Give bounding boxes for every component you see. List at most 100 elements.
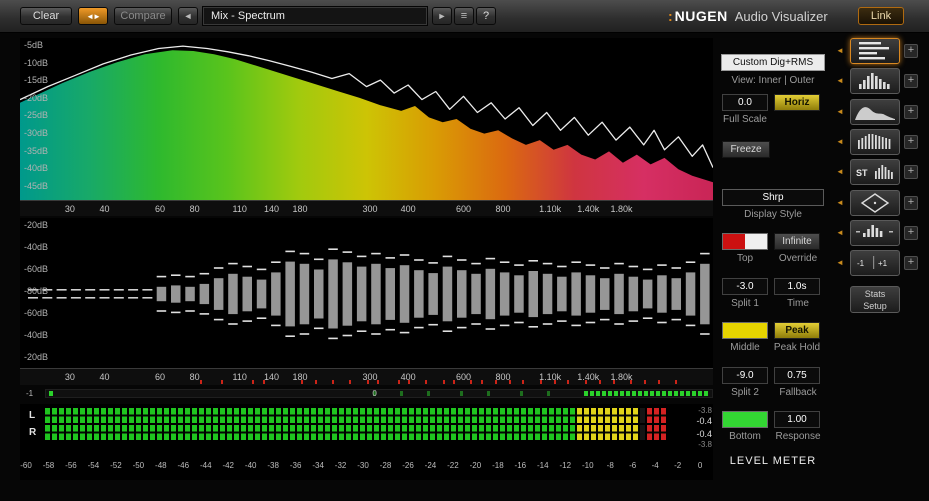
meter-scale-label: -52: [110, 461, 122, 470]
meter-segment: [171, 408, 176, 423]
meter-segment: [213, 425, 218, 440]
meter-segment: [136, 425, 141, 440]
peak-hold-button[interactable]: Peak: [774, 322, 820, 339]
compare-button[interactable]: Compare: [114, 7, 172, 25]
corr-meter-track: [45, 389, 713, 398]
display-style-select[interactable]: Shrp: [722, 189, 824, 206]
collapse-left-icon[interactable]: ◄: [836, 228, 844, 237]
meter-segment: [584, 425, 589, 440]
horiz-button[interactable]: Horiz: [774, 94, 820, 111]
meter-segment: [332, 408, 337, 423]
time-value[interactable]: 1.0s: [774, 278, 820, 295]
clip-tick: [453, 380, 456, 384]
add-view-icon[interactable]: +: [904, 105, 918, 119]
meter-segment: [73, 425, 78, 440]
meter-segment: [528, 425, 533, 440]
meter-scale-label: -34: [312, 461, 324, 470]
fallback-value[interactable]: 0.75: [774, 367, 820, 384]
top-label: Top: [736, 253, 754, 264]
split1-label: Split 1: [731, 298, 759, 309]
sidebar-view-mini-histogram[interactable]: [850, 220, 900, 246]
sidebar-view-dense-stripes[interactable]: [850, 129, 900, 155]
histogram-y-label: -60dB: [24, 308, 49, 318]
spectrum-y-label: -25dB: [24, 110, 49, 121]
play-button[interactable]: ►: [432, 7, 452, 25]
meter-segment: [584, 408, 589, 423]
collapse-left-icon[interactable]: ◄: [836, 258, 844, 267]
help-button[interactable]: ?: [476, 7, 496, 25]
meter-segment: [409, 408, 414, 423]
split2-value[interactable]: -9.0: [722, 367, 768, 384]
diamond-icon: [860, 193, 890, 213]
svg-text:-1: -1: [857, 259, 865, 268]
meter-segment: [570, 425, 575, 440]
meter-scale-label: -60: [20, 461, 32, 470]
preset-select[interactable]: Mix - Spectrum: [202, 6, 428, 26]
clip-tick: [643, 380, 646, 384]
add-view-icon[interactable]: +: [904, 74, 918, 88]
middle-color-swatch[interactable]: [722, 322, 768, 339]
override-infinite-button[interactable]: Infinite: [774, 233, 820, 250]
meter-segment: [157, 408, 162, 423]
stats-setup-button[interactable]: Stats Setup: [850, 286, 900, 313]
sidebar-view-diamond[interactable]: [850, 190, 900, 216]
add-view-icon[interactable]: +: [904, 256, 918, 270]
meter-segment: [374, 425, 379, 440]
meter-scale-label: -28: [379, 461, 392, 470]
previous-preset-button[interactable]: ◄: [178, 7, 198, 25]
bottom-color-swatch[interactable]: [722, 411, 768, 428]
meter-segment: [521, 425, 526, 440]
meter-segment: [458, 408, 463, 423]
sidebar-view-spectrum-wave[interactable]: [850, 99, 900, 125]
meter-segment: [206, 408, 211, 423]
histogram-axis-label: 1.10k: [539, 372, 562, 382]
collapse-left-icon[interactable]: ◄: [836, 167, 844, 176]
freeze-button[interactable]: Freeze: [722, 141, 770, 158]
add-view-icon[interactable]: +: [904, 135, 918, 149]
sidebar-view-plus-minus[interactable]: -1 +1: [850, 250, 900, 276]
meter-segment: [73, 408, 78, 423]
meter-segment: [157, 425, 162, 440]
channel-left-label: L: [29, 410, 36, 421]
preset-list-button[interactable]: ≡: [454, 7, 474, 25]
meter-segment: [472, 408, 477, 423]
meter-segment: [59, 425, 64, 440]
sidebar-view-st-stripes[interactable]: ST: [850, 159, 900, 185]
collapse-left-icon[interactable]: ◄: [836, 198, 844, 207]
meter-readout-value: -0.4: [696, 416, 712, 426]
meter-segment: [605, 425, 610, 440]
meter-segment: [248, 425, 253, 440]
swap-arrows-button[interactable]: ◄►: [78, 7, 108, 25]
add-view-icon[interactable]: +: [904, 44, 918, 58]
split1-value[interactable]: -3.0: [722, 278, 768, 295]
add-view-icon[interactable]: +: [904, 226, 918, 240]
meter-segment: [325, 408, 330, 423]
add-view-icon[interactable]: +: [904, 165, 918, 179]
spectrum-y-label: -5dB: [24, 40, 44, 50]
collapse-left-icon[interactable]: ◄: [836, 137, 844, 146]
meter-segment: [549, 408, 554, 423]
corr-dim-tick: [400, 391, 403, 396]
corr-green-segment: [608, 391, 612, 396]
meter-segment: [353, 408, 358, 423]
view-mode-label[interactable]: View: Inner | Outer: [716, 75, 830, 86]
meter-segment: [150, 408, 155, 423]
histogram-bars: [28, 248, 710, 340]
collapse-left-icon[interactable]: ◄: [836, 76, 844, 85]
meter-segment: [451, 408, 456, 423]
sidebar-view-meter-lines[interactable]: [850, 38, 900, 64]
sidebar-view-spectrum-bars[interactable]: [850, 68, 900, 94]
add-view-icon[interactable]: +: [904, 196, 918, 210]
response-value[interactable]: 1.00: [774, 411, 820, 428]
full-scale-value[interactable]: 0.0: [722, 94, 768, 111]
collapse-left-icon[interactable]: ◄: [836, 46, 844, 55]
clip-tick: [252, 380, 255, 384]
meter-segment: [493, 408, 498, 423]
meter-segment: [283, 408, 288, 423]
collapse-left-icon[interactable]: ◄: [836, 107, 844, 116]
meter-segment: [577, 425, 582, 440]
top-color-swatch[interactable]: [722, 233, 768, 250]
analysis-mode-select[interactable]: Custom Dig+RMS: [721, 54, 825, 71]
clear-button[interactable]: Clear: [20, 7, 72, 25]
meter-segment: [423, 408, 428, 423]
